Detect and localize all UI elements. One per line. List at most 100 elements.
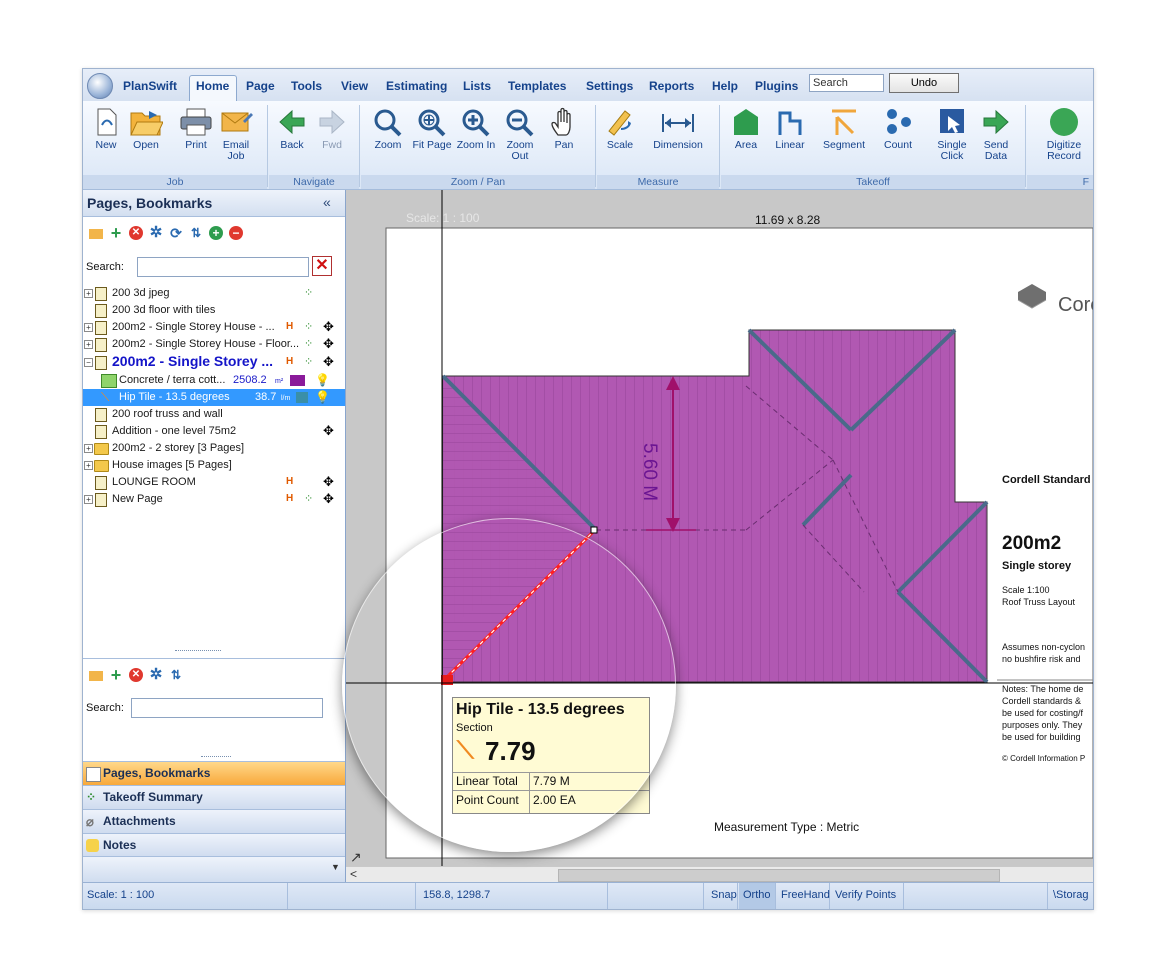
nav-notes[interactable]: Notes	[83, 833, 345, 857]
menu-lists[interactable]: Lists	[463, 79, 491, 93]
dimension-button[interactable]: Dimension	[645, 107, 711, 173]
area-button[interactable]: Area	[723, 107, 769, 173]
tree-item[interactable]: LOUNGE ROOM H ✥	[83, 474, 345, 491]
menu-templates[interactable]: Templates	[508, 79, 566, 93]
scroll-left-icon[interactable]: <	[350, 867, 357, 881]
zoom-out-button[interactable]: Zoom Out	[497, 107, 543, 173]
status-blank	[905, 883, 1048, 909]
fit-page-button[interactable]: Fit Page	[409, 107, 455, 173]
tree-item[interactable]: + 200 3d jpeg ⁘	[83, 285, 345, 302]
tree-item-folder[interactable]: + 200m2 - 2 storey [3 Pages]	[83, 440, 345, 457]
app-orb-button[interactable]	[87, 73, 113, 99]
takeoff-icon: ⁘	[304, 287, 314, 299]
splitter-grip[interactable]	[175, 650, 221, 654]
zoom-button[interactable]: Zoom	[365, 107, 411, 173]
nav-takeoff-summary[interactable]: ⁘ Takeoff Summary	[83, 785, 345, 809]
menu-view[interactable]: View	[341, 79, 368, 93]
tab-home[interactable]: Home	[189, 75, 237, 102]
delete-icon[interactable]: ✕	[129, 668, 143, 682]
tree-item[interactable]: + 200m2 - Single Storey House - ... H ⁘ …	[83, 319, 345, 336]
digitize-record-button[interactable]: Digitize Record	[1031, 107, 1093, 173]
tree-item-area[interactable]: Concrete / terra cott... 2508.2 m² 💡	[83, 372, 345, 389]
tree-item-folder[interactable]: + House images [5 Pages]	[83, 457, 345, 474]
zoom-in-icon	[462, 109, 490, 137]
color-swatch[interactable]	[296, 392, 308, 403]
tree-item-hip-tile-selected[interactable]: ⟍ Hip Tile - 13.5 degrees 38.7 l/m 💡	[83, 389, 345, 406]
menu-settings[interactable]: Settings	[586, 79, 633, 93]
email-job-button[interactable]: Email Job	[213, 107, 259, 173]
notes-line-5: be used for building	[1002, 732, 1081, 742]
freehand-toggle[interactable]: FreeHand	[777, 883, 830, 909]
tooltip-value: 7.79	[485, 736, 536, 766]
ribbon-separator	[595, 105, 596, 187]
resize-arrow-icon[interactable]: ↗	[350, 849, 362, 866]
add-icon[interactable]: +	[109, 224, 123, 242]
verify-points-toggle[interactable]: Verify Points	[831, 883, 904, 909]
color-swatch[interactable]	[290, 375, 305, 386]
takeoff-icon: ⁘	[304, 321, 314, 333]
collapse-all-icon[interactable]: −	[229, 226, 243, 240]
expand-all-icon[interactable]: +	[209, 226, 223, 240]
lightbulb-icon[interactable]: 💡	[315, 372, 330, 389]
menu-help[interactable]: Help	[712, 79, 738, 93]
menu-reports[interactable]: Reports	[649, 79, 694, 93]
fwd-button[interactable]: Fwd	[309, 107, 355, 173]
nav-overflow[interactable]: ▼	[83, 856, 345, 883]
folder-icon[interactable]	[89, 229, 103, 239]
undo-button[interactable]: Undo	[889, 73, 959, 93]
sort-icon[interactable]: ⇅	[169, 668, 183, 682]
folder-icon[interactable]	[89, 671, 103, 681]
search-input[interactable]: Search	[809, 74, 884, 92]
linear-button[interactable]: Linear	[767, 107, 813, 173]
scroll-thumb[interactable]	[558, 869, 1000, 882]
nav-attachments[interactable]: ⌀ Attachments	[83, 809, 345, 833]
tab-home-label: Home	[196, 79, 230, 93]
drawing-canvas[interactable]: Scale: 1 : 100 11.69 x 8.28 5.60 M Core …	[346, 190, 1093, 882]
menu-plugins[interactable]: Plugins	[755, 79, 798, 93]
gear-icon[interactable]: ✲	[149, 225, 163, 240]
lightbulb-icon[interactable]: 💡	[315, 389, 330, 406]
splitter-grip[interactable]	[201, 756, 231, 757]
gear-icon[interactable]: ✲	[149, 667, 163, 682]
record-icon	[1050, 108, 1078, 136]
send-data-button[interactable]: Send Data	[973, 107, 1019, 173]
takeoff-search-input[interactable]	[131, 698, 323, 718]
snap-toggle[interactable]: Snap	[707, 883, 738, 909]
scale-button[interactable]: Scale	[597, 107, 643, 173]
tree-item[interactable]: + New Page H ⁘ ✥	[83, 491, 345, 508]
add-icon[interactable]: +	[109, 666, 123, 684]
ortho-toggle[interactable]: Ortho	[739, 883, 776, 909]
nav-pages-bookmarks[interactable]: Pages, Bookmarks	[83, 761, 345, 785]
count-button[interactable]: Count	[875, 107, 921, 173]
segment-button[interactable]: Segment	[821, 107, 867, 173]
tree-item[interactable]: 200 roof truss and wall	[83, 406, 345, 423]
dimension-label: Dimension	[653, 139, 703, 151]
menu-app-name[interactable]: PlanSwift	[123, 79, 177, 93]
refresh-icon[interactable]: ⟳	[169, 226, 183, 240]
ribbon-separator	[267, 105, 268, 187]
menu-estimating[interactable]: Estimating	[386, 79, 447, 93]
status-blank	[289, 883, 416, 909]
panel-title: Pages, Bookmarks	[87, 195, 213, 211]
menu-tools[interactable]: Tools	[291, 79, 322, 93]
tree-item[interactable]: 200 3d floor with tiles	[83, 302, 345, 319]
open-button[interactable]: Open	[123, 107, 169, 173]
count-label: Count	[883, 139, 913, 151]
area-icon	[734, 109, 758, 135]
horizontal-scrollbar[interactable]: ↗ <	[346, 849, 1093, 883]
status-bar: Scale: 1 : 100 158.8, 1298.7 Snap Ortho …	[83, 882, 1093, 909]
collapse-panel-button[interactable]: «	[323, 194, 331, 210]
pages-search-input[interactable]	[137, 257, 309, 277]
sort-icon[interactable]: ⇅	[189, 226, 203, 240]
zoom-in-button[interactable]: Zoom In	[453, 107, 499, 173]
segment-label: Segment	[822, 139, 866, 151]
fit-page-label: Fit Page	[412, 139, 452, 151]
single-click-button[interactable]: Single Click	[929, 107, 975, 173]
clear-search-icon[interactable]: ✕	[312, 256, 332, 276]
tree-item[interactable]: + 200m2 - Single Storey House - Floor...…	[83, 336, 345, 353]
tree-item[interactable]: Addition - one level 75m2 ✥	[83, 423, 345, 440]
pan-button[interactable]: Pan	[541, 107, 587, 173]
delete-icon[interactable]: ✕	[129, 226, 143, 240]
menu-page[interactable]: Page	[246, 79, 275, 93]
tree-item-current-page[interactable]: − 200m2 - Single Storey ... H ⁘ ✥	[83, 353, 345, 372]
